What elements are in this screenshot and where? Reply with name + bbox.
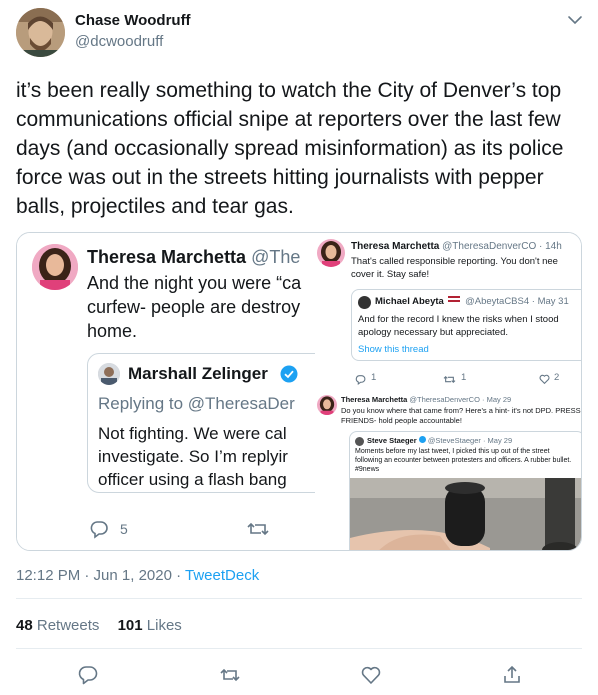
br-quoted-name: Steve Staeger xyxy=(367,436,417,445)
tr-header: Theresa Marchetta @TheresaDenverCO · 14h xyxy=(351,241,562,252)
top-right-screenshot: Theresa Marchetta @TheresaDenverCO · 14h… xyxy=(317,233,581,387)
br-line-2: FRIENDS- hold people accountable! xyxy=(341,416,462,425)
author-avatar[interactable] xyxy=(16,8,65,57)
tr-like-icon xyxy=(539,372,550,385)
source-link[interactable]: TweetDeck xyxy=(185,567,259,584)
tr-quoted-card: Michael Abeyta @AbeytaCBS4 · May 31 And … xyxy=(351,289,581,361)
caret-down-icon[interactable] xyxy=(566,13,584,27)
tr-quoted-header: Michael Abeyta @AbeytaCBS4 · May 31 xyxy=(375,296,569,307)
br-quoted-avatar xyxy=(355,437,364,446)
left-text-line-3: home. xyxy=(87,321,138,341)
quoted-replying: Replying to @TheresaDer xyxy=(98,394,295,413)
author-name[interactable]: Chase Woodruff xyxy=(75,12,191,29)
share-icon[interactable] xyxy=(501,664,523,686)
br-line-1: Do you know where that came from? Here's… xyxy=(341,406,581,415)
quoted-name: Marshall Zelinger xyxy=(128,364,268,383)
quoted-line-3: officer using a flash bang xyxy=(98,470,287,489)
tr-retweet-icon xyxy=(443,372,456,384)
retweet-icon[interactable] xyxy=(219,664,241,686)
tr-line-2: cover it. Stay safe! xyxy=(351,269,430,280)
tweet-text: it’s been really something to watch the … xyxy=(16,79,564,218)
tr-quoted-avatar xyxy=(358,296,371,309)
likes-count: 101 xyxy=(117,617,143,634)
tweet-timestamp: 12:12 PM · Jun 1, 2020 · TweetDeck xyxy=(16,567,259,584)
tr-avatar xyxy=(317,239,345,267)
timestamp-text[interactable]: 12:12 PM · Jun 1, 2020 · xyxy=(16,567,185,584)
left-name-text: Theresa Marchetta xyxy=(87,247,247,267)
tr-handle-time: @TheresaDenverCO · 14h xyxy=(442,241,562,252)
retweets-label: Retweets xyxy=(36,617,100,634)
left-text-line-1: And the night you were “ca xyxy=(87,273,302,293)
left-handle: @The xyxy=(251,247,301,267)
tr-line-1: That's called responsible reporting. You… xyxy=(351,256,558,267)
tr-reply-count: 1 xyxy=(371,372,377,383)
retweets-count: 48 xyxy=(16,617,33,634)
tr-quoted-name: Michael Abeyta xyxy=(375,296,444,307)
likes-stat[interactable]: 101 Likes xyxy=(118,617,182,634)
br-quoted-line-2: following an ecounter between protesters… xyxy=(355,457,572,464)
left-quoted-card: Marshall Zelinger Replying to @TheresaDe… xyxy=(87,353,315,493)
tr-name: Theresa Marchetta xyxy=(351,241,440,252)
br-name: Theresa Marchetta xyxy=(341,395,408,404)
like-icon[interactable] xyxy=(360,664,382,686)
quoted-line-2: investigate. So I’m replyir xyxy=(98,447,288,466)
br-header: Theresa Marchetta @TheresaDenverCO · May… xyxy=(341,395,511,404)
divider-top xyxy=(16,598,582,599)
tr-reply-icon xyxy=(355,372,366,385)
left-avatar xyxy=(32,244,78,290)
tweet-media-image[interactable]: Theresa Marchetta @The And the night you… xyxy=(16,232,582,551)
quoted-line-1: Not fighting. We were cal xyxy=(98,424,287,443)
br-quoted-handle-time: @SteveStaeger · May 29 xyxy=(427,436,513,445)
left-reply-icon xyxy=(89,519,109,539)
br-verified-icon xyxy=(418,436,426,443)
bottom-right-screenshot: Theresa Marchetta @TheresaDenverCO · May… xyxy=(317,389,581,550)
br-handle-time: @TheresaDenverCO · May 29 xyxy=(409,395,512,404)
left-reply-count: 5 xyxy=(120,521,128,537)
verified-icon xyxy=(280,365,298,383)
br-quoted-line-1: Moments before my last tweet, I picked t… xyxy=(355,448,550,455)
left-name: Theresa Marchetta @The xyxy=(87,247,300,268)
author-handle[interactable]: @dcwoodruff xyxy=(75,33,163,50)
tr-retweet-count: 1 xyxy=(461,372,467,383)
left-retweet-icon xyxy=(247,519,269,539)
tr-quoted-handle-time: @AbeytaCBS4 · May 31 xyxy=(465,296,569,307)
likes-label: Likes xyxy=(146,617,182,634)
divider-bottom xyxy=(16,648,582,649)
tr-quoted-line-1: And for the record I knew the risks when… xyxy=(358,314,559,325)
br-quoted-header: Steve Staeger @SteveStaeger · May 29 xyxy=(367,436,512,445)
tr-show-thread: Show this thread xyxy=(358,344,429,355)
reply-icon[interactable] xyxy=(77,664,99,686)
br-quoted-line-3: #9news xyxy=(355,466,380,473)
tr-like-count: 2 xyxy=(554,372,560,383)
left-text-line-2: curfew- people are destroy xyxy=(87,297,301,317)
left-screenshot: Theresa Marchetta @The And the night you… xyxy=(17,233,315,550)
tweet-stats: 48 Retweets 101 Likes xyxy=(16,617,182,634)
flag-icon xyxy=(448,296,461,304)
rubber-bullet-photo xyxy=(350,478,581,550)
quoted-avatar xyxy=(98,363,120,385)
retweets-stat[interactable]: 48 Retweets xyxy=(16,617,99,634)
br-avatar xyxy=(317,395,337,415)
br-quoted-card: Steve Staeger @SteveStaeger · May 29 Mom… xyxy=(349,431,581,550)
tr-quoted-line-2: apology necessary but appreciated. xyxy=(358,327,508,338)
